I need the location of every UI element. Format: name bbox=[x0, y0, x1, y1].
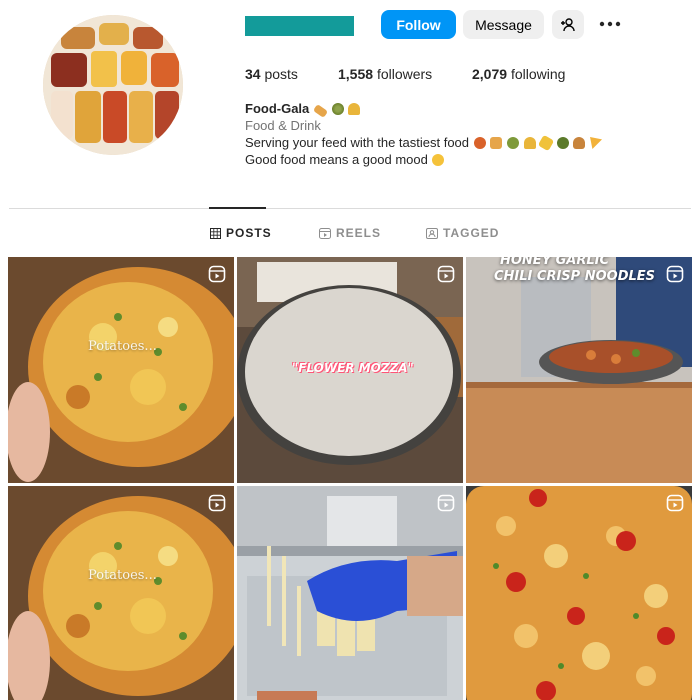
posts-label: posts bbox=[264, 66, 298, 82]
tagged-icon bbox=[426, 227, 438, 239]
smile-emoji-icon bbox=[432, 154, 445, 166]
post-tile[interactable] bbox=[466, 486, 692, 700]
posts-count: 34 bbox=[245, 66, 261, 82]
chili-noodles-image bbox=[466, 257, 692, 483]
reel-badge-icon bbox=[437, 265, 455, 283]
post-caption: Potatoes... bbox=[88, 568, 157, 583]
tab-tagged-label: TAGGED bbox=[443, 226, 500, 240]
cheese-sticks-image bbox=[237, 486, 463, 700]
posts-stat[interactable]: 34 posts bbox=[245, 66, 298, 82]
bio-line-2: Good food means a good mood bbox=[245, 152, 428, 167]
following-stat[interactable]: 2,079 following bbox=[472, 66, 565, 82]
more-dots-icon bbox=[599, 21, 621, 27]
burger-emoji-icon bbox=[573, 137, 586, 149]
bio-line-1: Serving your feed with the tastiest food bbox=[245, 135, 470, 150]
post-tile[interactable]: Potatoes... bbox=[8, 486, 234, 700]
more-options-button[interactable] bbox=[598, 14, 622, 34]
avatar-food-image bbox=[43, 15, 183, 155]
reel-badge-icon bbox=[437, 494, 455, 512]
active-tab-indicator bbox=[209, 207, 266, 209]
followers-label: followers bbox=[376, 66, 433, 82]
taco-emoji-icon bbox=[523, 137, 536, 149]
tabs-divider bbox=[9, 208, 691, 209]
taco-emoji-icon bbox=[348, 103, 361, 115]
post-tile[interactable]: "FLOWER MOZZA" bbox=[237, 257, 463, 483]
pepperoni-casserole-image bbox=[466, 486, 692, 700]
profile-name: Food-Gala bbox=[245, 101, 310, 116]
message-button[interactable]: Message bbox=[463, 10, 544, 39]
following-label: following bbox=[510, 66, 566, 82]
add-user-button[interactable] bbox=[552, 10, 584, 39]
baguette-emoji-icon bbox=[312, 103, 329, 119]
tab-posts[interactable]: POSTS bbox=[210, 226, 272, 240]
tab-tagged[interactable]: TAGGED bbox=[426, 226, 499, 240]
grid-icon bbox=[210, 227, 221, 239]
post-tile[interactable] bbox=[237, 486, 463, 700]
post-caption-top: HONEY GARLIC bbox=[500, 257, 610, 268]
post-caption: CHILI CRISP NOODLES bbox=[494, 269, 656, 284]
tab-reels[interactable]: REELS bbox=[319, 226, 381, 240]
potatoes-image bbox=[8, 257, 234, 483]
username-redacted bbox=[245, 16, 354, 36]
corn-emoji-icon bbox=[537, 134, 555, 152]
reel-badge-icon bbox=[208, 265, 226, 283]
reel-badge-icon bbox=[666, 265, 684, 283]
add-user-icon bbox=[561, 17, 575, 31]
baguette-emoji-icon bbox=[490, 137, 503, 149]
profile-bio: Food-Gala Food & Drink Serving your feed… bbox=[245, 100, 603, 168]
tab-posts-label: POSTS bbox=[226, 226, 272, 240]
pizza-emoji-icon bbox=[590, 137, 603, 149]
followers-count: 1,558 bbox=[338, 66, 374, 82]
tab-reels-label: REELS bbox=[336, 226, 382, 240]
post-caption: Potatoes... bbox=[88, 339, 157, 354]
falafel-emoji-icon bbox=[506, 137, 519, 149]
salad-emoji-icon bbox=[556, 137, 569, 149]
followers-stat[interactable]: 1,558 followers bbox=[338, 66, 432, 82]
stew-emoji-icon bbox=[473, 137, 486, 149]
reel-badge-icon bbox=[208, 494, 226, 512]
reels-icon bbox=[319, 227, 331, 239]
post-tile[interactable]: HONEY GARLIC CHILI CRISP NOODLES bbox=[466, 257, 692, 483]
profile-avatar[interactable] bbox=[43, 15, 183, 155]
profile-category: Food & Drink bbox=[245, 118, 321, 133]
follow-button[interactable]: Follow bbox=[381, 10, 456, 39]
potatoes-image bbox=[8, 486, 234, 700]
following-count: 2,079 bbox=[472, 66, 508, 82]
post-tile[interactable]: Potatoes... bbox=[8, 257, 234, 483]
reel-badge-icon bbox=[666, 494, 684, 512]
falafel-emoji-icon bbox=[331, 103, 344, 115]
post-caption: "FLOWER MOZZA" bbox=[292, 361, 414, 375]
